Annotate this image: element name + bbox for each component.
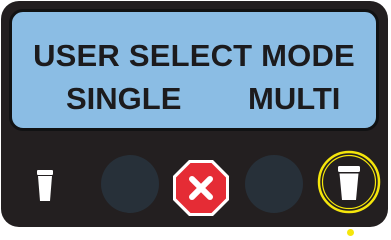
blank-button-right[interactable] [245,155,303,213]
blank-button-left[interactable] [101,155,159,213]
cup-icon [37,170,53,201]
single-cup-button[interactable] [36,170,54,207]
cup-icon [317,150,381,214]
display-title: USER SELECT MODE [33,38,355,73]
cancel-button[interactable] [171,158,231,223]
x-icon [173,160,229,216]
control-panel: USER SELECT MODE SINGLE MULTI [1,1,388,227]
multi-cup-button[interactable] [316,149,382,220]
lcd-display: USER SELECT MODE SINGLE MULTI [9,9,379,131]
option-single-label: SINGLE [66,81,182,116]
button-row [22,147,381,217]
option-multi-label: MULTI [248,81,341,116]
selection-indicator-dot [347,229,354,236]
